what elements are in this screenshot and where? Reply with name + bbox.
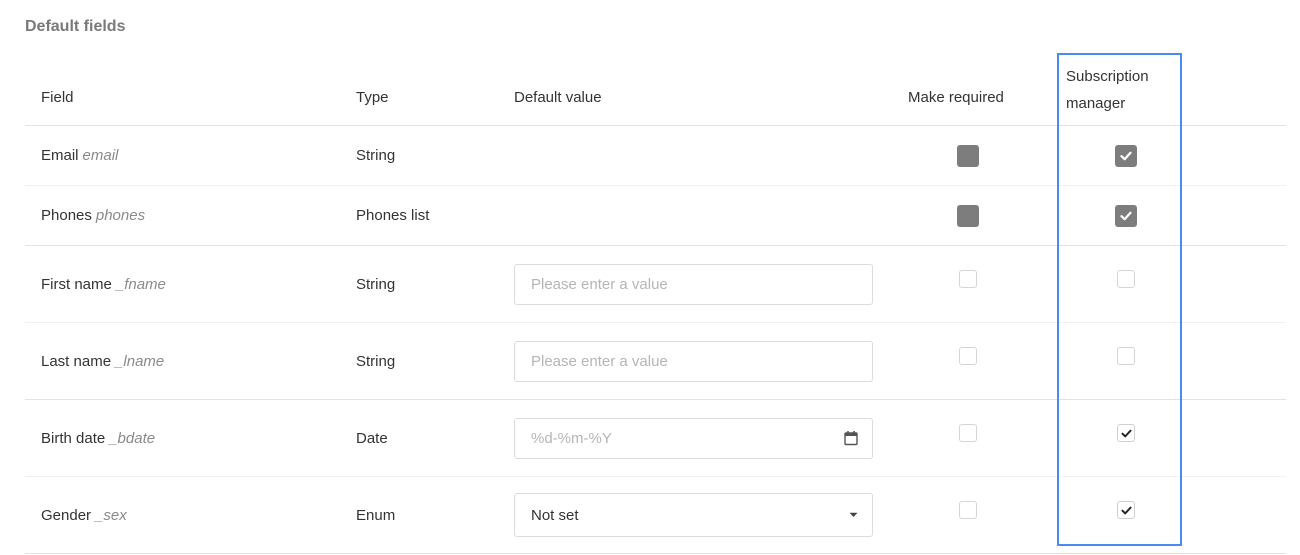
field-key: _fname — [115, 275, 166, 293]
select-value: Not set — [531, 506, 579, 524]
field-type: Enum — [356, 506, 396, 524]
birth-date-input[interactable]: %d-%m-%Y — [514, 417, 873, 459]
subscription-manager-checkbox[interactable] — [1117, 424, 1135, 442]
subscription-manager-checkbox[interactable] — [1117, 270, 1135, 288]
section-title: Default fields — [25, 18, 126, 35]
make-required-checkbox[interactable] — [959, 347, 977, 365]
field-name: Phones — [41, 207, 92, 224]
field-name: Last name — [41, 352, 112, 370]
subscription-manager-checkbox[interactable] — [1117, 347, 1135, 365]
field-key: _bdate — [109, 429, 156, 447]
field-key: _lname — [115, 352, 165, 370]
field-key: email — [82, 147, 119, 164]
caret-down-icon — [849, 512, 858, 518]
table-row: Email email String — [25, 126, 1286, 186]
input-placeholder: Please enter a value — [531, 275, 668, 293]
table-row: Phones phones Phones list — [25, 186, 1286, 246]
column-header-type: Type — [356, 88, 389, 106]
table-row: Birth date _bdate Date %d-%m-%Y — [25, 400, 1286, 477]
field-type: String — [356, 352, 396, 370]
make-required-checkbox[interactable] — [959, 501, 977, 519]
gender-select[interactable]: Not set — [514, 493, 873, 537]
input-placeholder: %d-%m-%Y — [531, 429, 612, 447]
make-required-checkbox — [957, 144, 979, 167]
subscription-manager-checkbox[interactable] — [1117, 501, 1135, 519]
make-required-checkbox[interactable] — [959, 424, 977, 442]
check-icon — [1120, 211, 1132, 220]
field-name: Birth date — [41, 429, 106, 447]
subscription-header-line2: manager — [1066, 95, 1126, 112]
field-type: Date — [356, 429, 388, 447]
subscription-header-line1: Subscription — [1066, 68, 1149, 85]
column-header-make-required: Make required — [908, 88, 1004, 106]
column-header-default-value: Default value — [514, 88, 602, 106]
input-placeholder: Please enter a value — [531, 352, 668, 370]
subscription-manager-checkbox — [1115, 204, 1137, 227]
subscription-manager-checkbox — [1115, 144, 1137, 167]
field-type: String — [356, 147, 396, 164]
field-key: _sex — [95, 506, 127, 524]
table-row: Last name _lname String Please enter a v… — [25, 323, 1286, 400]
make-required-checkbox — [957, 204, 979, 227]
column-header-subscription-manager: Subscription manager — [1066, 55, 1186, 125]
table-row: First name _fname String Please enter a … — [25, 246, 1286, 323]
field-name: Gender — [41, 506, 92, 524]
field-type: Phones list — [356, 207, 430, 224]
check-icon — [1120, 429, 1132, 437]
field-key: phones — [95, 207, 146, 224]
field-type: String — [356, 275, 396, 293]
field-name: First name — [41, 275, 112, 293]
field-name: Email — [41, 147, 79, 164]
make-required-checkbox[interactable] — [959, 270, 977, 288]
default-value-input[interactable]: Please enter a value — [514, 340, 873, 382]
check-icon — [1120, 506, 1132, 514]
column-header-field: Field — [41, 88, 74, 106]
default-fields-table: Field Type Default value Make required S… — [25, 55, 1286, 554]
table-header-row: Field Type Default value Make required S… — [25, 55, 1286, 126]
check-icon — [1120, 151, 1132, 160]
table-row: Gender _sex Enum Not set — [25, 477, 1286, 554]
default-value-input[interactable]: Please enter a value — [514, 263, 873, 305]
calendar-icon[interactable] — [844, 431, 858, 446]
